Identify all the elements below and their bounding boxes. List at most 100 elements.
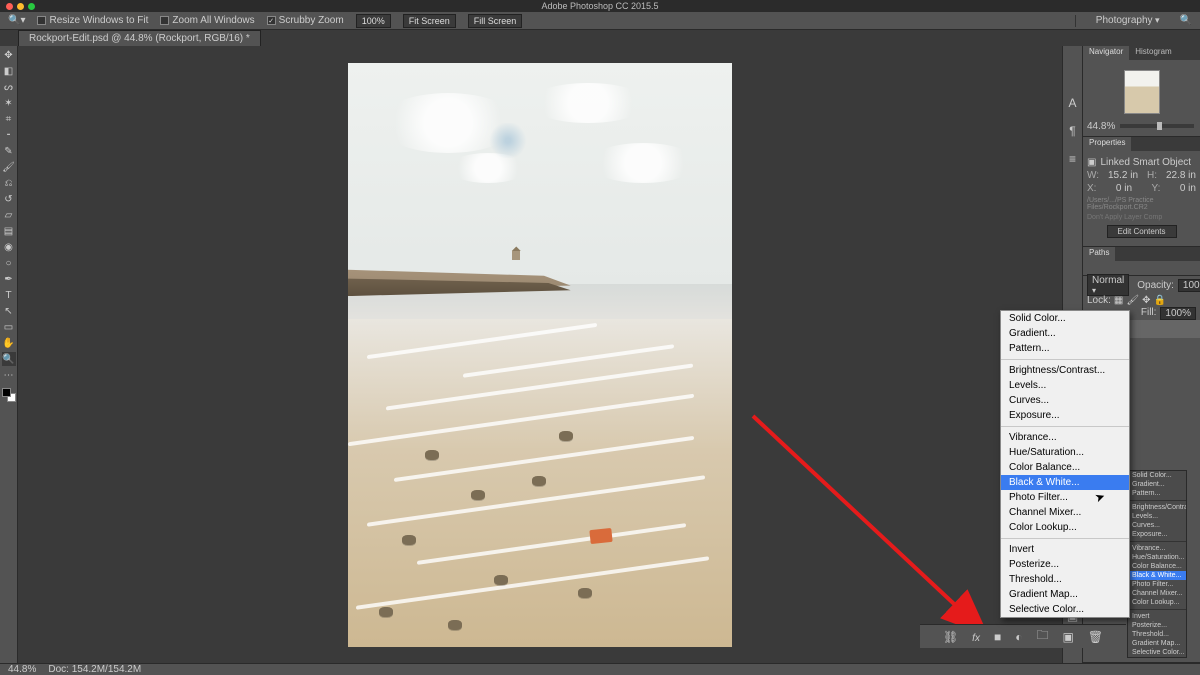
zoom-all-checkbox[interactable]: Zoom All Windows (160, 15, 254, 26)
fit-screen-button[interactable]: Fit Screen (403, 14, 456, 28)
tool-eraser[interactable]: ▱ (2, 208, 16, 222)
document-tab[interactable]: Rockport-Edit.psd @ 44.8% (Rockport, RGB… (18, 30, 261, 46)
adj-hue-saturation[interactable]: Hue/Saturation... (1001, 445, 1129, 460)
tool-marquee[interactable]: ◧ (2, 64, 16, 78)
tool-move[interactable]: ✥ (2, 48, 16, 62)
adj2-item[interactable]: Color Balance... (1128, 562, 1186, 571)
zoom-100-button[interactable]: 100% (356, 14, 391, 28)
adj-vibrance[interactable]: Vibrance... (1001, 430, 1129, 445)
adj2-item[interactable]: Selective Color... (1128, 648, 1186, 657)
search-icon[interactable]: 🔍 (1180, 15, 1192, 26)
tool-lasso[interactable]: ᔕ (2, 80, 16, 94)
resize-windows-checkbox[interactable]: Resize Windows to Fit (37, 15, 148, 26)
adj-color-lookup[interactable]: Color Lookup... (1001, 520, 1129, 535)
adj2-item[interactable]: Threshold... (1128, 630, 1186, 639)
navigator-thumbnail[interactable] (1124, 70, 1160, 114)
layer-mask-icon[interactable]: ■ (994, 630, 1001, 644)
adj-gradient[interactable]: Gradient... (1001, 326, 1129, 341)
character-panel-icon[interactable]: ¶ (1069, 124, 1075, 138)
adj2-item[interactable]: Brightness/Contrast... (1128, 503, 1186, 512)
tool-history-brush[interactable]: ↺ (2, 192, 16, 206)
adj-gradient-map[interactable]: Gradient Map... (1001, 587, 1129, 602)
tool-hand[interactable]: ✋ (2, 336, 16, 350)
new-adjustment-layer-menu[interactable]: Solid Color... Gradient... Pattern... Br… (1000, 310, 1130, 618)
adj2-item[interactable]: Curves... (1128, 521, 1186, 530)
status-doc-size[interactable]: Doc: 154.2M/154.2M (48, 664, 141, 675)
scrubby-zoom-checkbox[interactable]: ✓Scrubby Zoom (267, 15, 344, 26)
navigator-zoom-slider[interactable] (1120, 124, 1194, 128)
opacity-field[interactable]: 100% (1178, 279, 1200, 292)
adj-selective-color[interactable]: Selective Color... (1001, 602, 1129, 617)
tool-gradient[interactable]: ▤ (2, 224, 16, 238)
adj2-item[interactable]: Levels... (1128, 512, 1186, 521)
adj-channel-mixer[interactable]: Channel Mixer... (1001, 505, 1129, 520)
prop-x[interactable]: 0 in (1116, 183, 1132, 194)
tool-path-select[interactable]: ↖ (2, 304, 16, 318)
tool-quick-select[interactable]: ✶ (2, 96, 16, 110)
lock-position-icon[interactable]: ✥ (1142, 295, 1150, 306)
adj2-item[interactable]: Channel Mixer... (1128, 589, 1186, 598)
adj2-item[interactable]: Posterize... (1128, 621, 1186, 630)
adj2-item[interactable]: Invert (1128, 612, 1186, 621)
new-group-icon[interactable]: 🗀 (1036, 626, 1048, 647)
lock-all-icon[interactable]: 🔒 (1153, 295, 1165, 306)
delete-layer-icon[interactable]: 🗑 (1088, 630, 1103, 644)
adj-brightness-contrast[interactable]: Brightness/Contrast... (1001, 363, 1129, 378)
adj2-item[interactable]: Gradient Map... (1128, 639, 1186, 648)
workspace-switcher[interactable]: Photography ▾ (1088, 15, 1168, 26)
adj-threshold[interactable]: Threshold... (1001, 572, 1129, 587)
tool-type[interactable]: T (2, 288, 16, 302)
blend-mode-select[interactable]: Normal ▾ (1087, 274, 1129, 296)
paragraph-panel-icon[interactable]: ≡ (1069, 152, 1076, 166)
adj2-item[interactable]: Vibrance... (1128, 544, 1186, 553)
prop-width[interactable]: 15.2 in (1108, 170, 1138, 181)
adj2-item[interactable]: Gradient... (1128, 480, 1186, 489)
type-panel-icon[interactable]: A (1068, 96, 1076, 110)
adj-photo-filter[interactable]: Photo Filter... (1001, 490, 1129, 505)
adj-solid-color[interactable]: Solid Color... (1001, 311, 1129, 326)
adj-levels[interactable]: Levels... (1001, 378, 1129, 393)
adj2-item[interactable]: Exposure... (1128, 530, 1186, 539)
tool-spot-heal[interactable]: ✎ (2, 144, 16, 158)
new-layer-icon[interactable]: ▣ (1062, 630, 1073, 644)
tool-brush[interactable]: 🖌 (2, 160, 16, 174)
adj2-item[interactable]: Hue/Saturation... (1128, 553, 1186, 562)
lock-pixels-icon[interactable]: 🖌 (1126, 295, 1139, 306)
tool-dodge[interactable]: ○ (2, 256, 16, 270)
edit-contents-button[interactable]: Edit Contents (1107, 225, 1177, 238)
adj2-item[interactable]: Color Lookup... (1128, 598, 1186, 607)
tool-rectangle[interactable]: ▭ (2, 320, 16, 334)
tool-pen[interactable]: ✒ (2, 272, 16, 286)
new-adjustment-layer-icon[interactable]: ◐ (1015, 630, 1022, 644)
tool-edit-toolbar[interactable]: ⋯ (2, 368, 16, 382)
tab-properties[interactable]: Properties (1083, 137, 1131, 151)
tool-preset-icon[interactable]: 🔍▾ (8, 15, 25, 26)
canvas-area[interactable]: annotation arrow pointing from canvas to… (18, 46, 1062, 663)
document-canvas[interactable] (348, 63, 732, 647)
adj-color-balance[interactable]: Color Balance... (1001, 460, 1129, 475)
fill-field[interactable]: 100% (1160, 307, 1196, 320)
prop-height[interactable]: 22.8 in (1166, 170, 1196, 181)
adj2-item[interactable]: Photo Filter... (1128, 580, 1186, 589)
adj2-item[interactable]: Pattern... (1128, 489, 1186, 498)
adj-black-white[interactable]: Black & White... (1001, 475, 1129, 490)
tab-navigator[interactable]: Navigator (1083, 46, 1129, 60)
adj2-item[interactable]: Black & White... (1128, 571, 1186, 580)
tool-zoom[interactable]: 🔍 (2, 352, 16, 366)
adj-posterize[interactable]: Posterize... (1001, 557, 1129, 572)
foreground-background-swatch[interactable] (2, 388, 16, 402)
prop-y[interactable]: 0 in (1180, 183, 1196, 194)
tool-crop[interactable]: ⌗ (2, 112, 16, 126)
tab-paths[interactable]: Paths (1083, 247, 1115, 261)
fill-screen-button[interactable]: Fill Screen (468, 14, 523, 28)
tool-blur[interactable]: ◉ (2, 240, 16, 254)
status-zoom[interactable]: 44.8% (8, 664, 36, 675)
adj-invert[interactable]: Invert (1001, 542, 1129, 557)
adj-exposure[interactable]: Exposure... (1001, 408, 1129, 423)
adj-curves[interactable]: Curves... (1001, 393, 1129, 408)
link-layers-icon[interactable]: ⛓ (943, 630, 958, 644)
tool-eyedropper[interactable]: ⁃ (2, 128, 16, 142)
tool-clone[interactable]: ⎌ (2, 176, 16, 190)
layer-fx-icon[interactable]: fx (972, 630, 980, 644)
adj2-item[interactable]: Solid Color... (1128, 471, 1186, 480)
